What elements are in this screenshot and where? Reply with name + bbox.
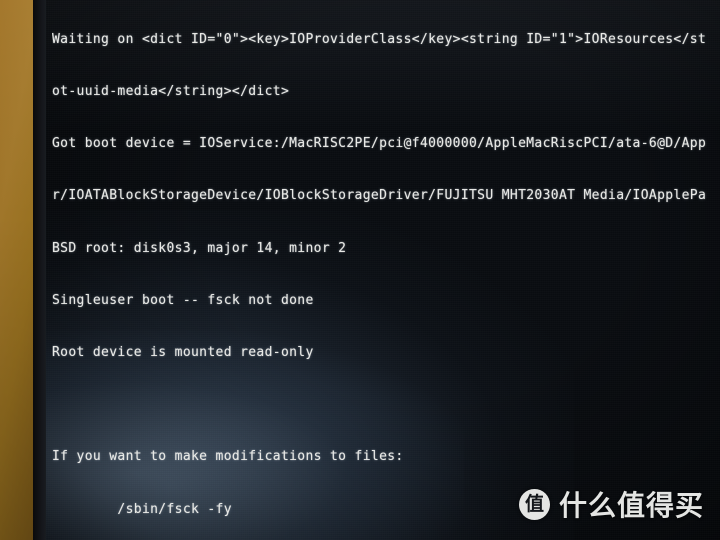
- monitor-bezel-wood: [0, 0, 33, 540]
- console-line: r/IOATABlockStorageDevice/IOBlockStorage…: [52, 188, 707, 204]
- smzdm-badge-icon: 值: [518, 488, 550, 520]
- console-line: If you want to make modifications to fil…: [52, 449, 404, 465]
- console-output: Waiting on <dict ID="0"><key>IOProviderC…: [52, 0, 720, 540]
- console-line: Root device is mounted read-only: [52, 345, 314, 361]
- console-line: Waiting on <dict ID="0"><key>IOProviderC…: [52, 31, 707, 47]
- smzdm-watermark-text: 什么值得买: [558, 489, 704, 522]
- console-line: Got boot device = IOService:/MacRISC2PE/…: [52, 136, 707, 152]
- console-line: ot-uuid-media</string></dict>: [52, 84, 290, 100]
- display-panel: Waiting on <dict ID="0"><key>IOProviderC…: [44, 0, 720, 540]
- console-line: Singleuser boot -- fsck not done: [52, 292, 314, 308]
- monitor-bezel-inner: [33, 0, 46, 540]
- photo-of-screen: Waiting on <dict ID="0"><key>IOProviderC…: [0, 0, 720, 540]
- smzdm-watermark: 值 什么值得买: [518, 484, 704, 524]
- console-line: BSD root: disk0s3, major 14, minor 2: [52, 240, 347, 256]
